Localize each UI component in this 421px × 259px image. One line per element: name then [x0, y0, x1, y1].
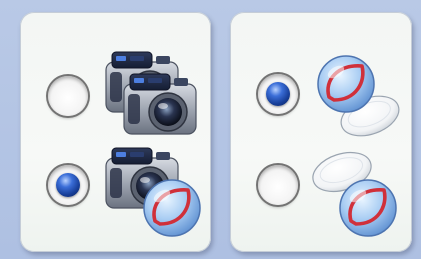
left-option-panel [20, 12, 211, 252]
blank-lens-with-leaf-icon[interactable] [310, 142, 402, 242]
camera-option-radio[interactable] [48, 76, 88, 116]
radio-selected-dot [266, 82, 290, 106]
camera-with-leaf-option-radio[interactable] [48, 165, 88, 205]
right-option-panel [230, 12, 412, 252]
camera-with-leaf-icon[interactable] [104, 142, 210, 247]
camera-icon[interactable] [104, 46, 204, 141]
leaf-lens-option-radio[interactable] [258, 74, 298, 114]
blank-lens-option-radio[interactable] [258, 165, 298, 205]
radio-selected-dot [56, 173, 80, 197]
leaf-lens-icon[interactable] [314, 52, 406, 142]
